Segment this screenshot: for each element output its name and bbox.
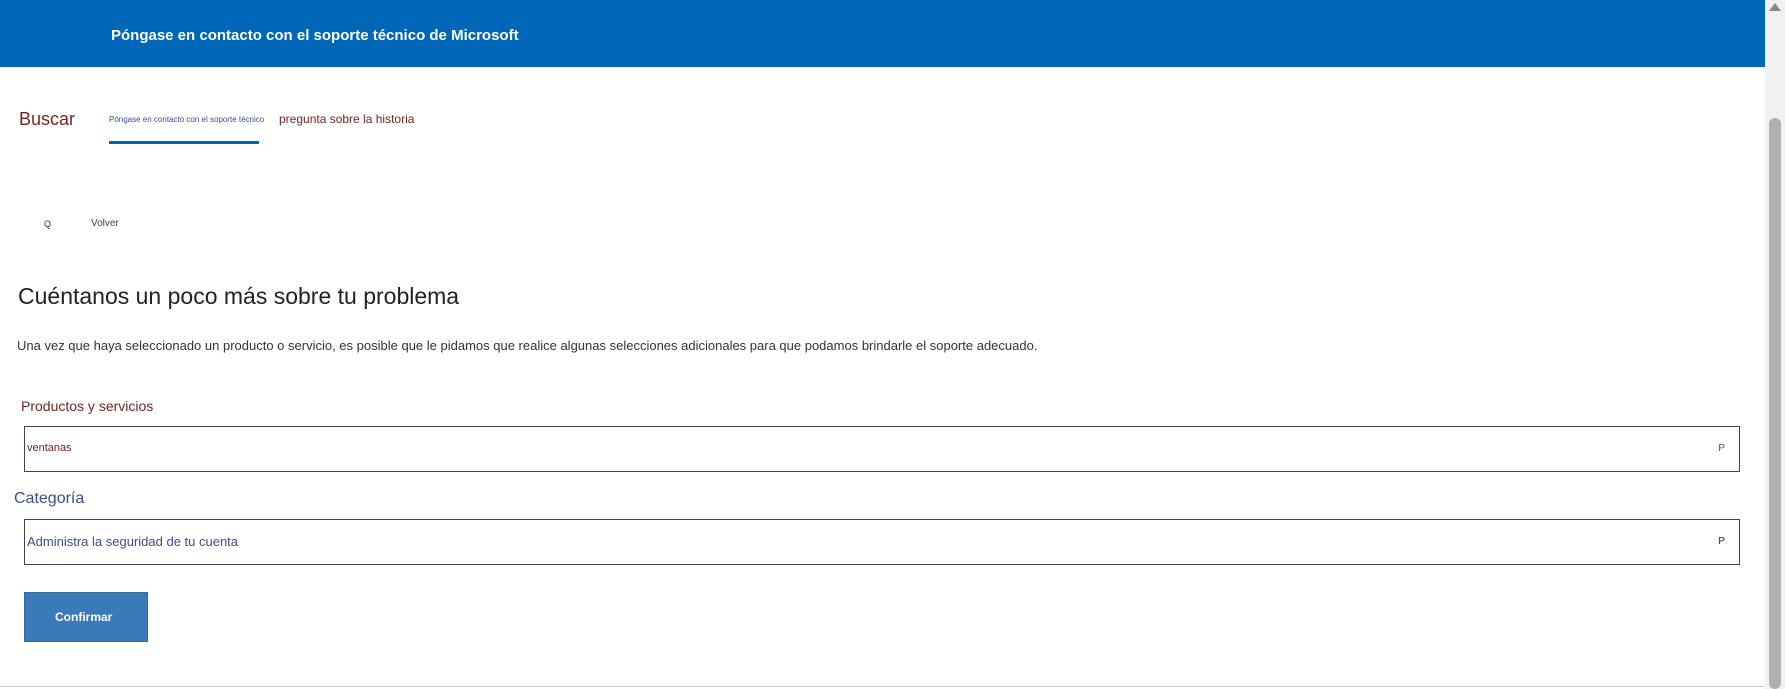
products-label: Productos y servicios [21,398,154,414]
chevron-down-icon: P [1718,443,1725,454]
tab-contact-support[interactable]: Póngase en contacto con el soporte técni… [109,115,264,140]
category-selected-value: Administra la seguridad de tu cuenta [27,534,239,549]
form-description: Una vez que haya seleccionado un product… [17,338,1038,353]
tab-history-question[interactable]: pregunta sobre la historia [279,112,414,126]
back-link[interactable]: Volver [91,218,119,229]
top-header-bar: Póngase en contacto con el soporte técni… [0,0,1765,67]
category-select[interactable]: Administra la seguridad de tu cuenta P [24,519,1740,565]
navigation-tabs: Buscar Póngase en contacto con el soport… [0,95,1765,145]
divider [0,686,1765,687]
chevron-down-icon: P [1718,536,1725,547]
vertical-scrollbar[interactable] [1765,0,1785,689]
page-title: Cuéntanos un poco más sobre tu problema [18,283,460,309]
category-label: Categoría [14,490,85,507]
products-selected-value: ventanas [27,442,72,454]
header-title: Póngase en contacto con el soporte técni… [111,27,519,44]
scroll-up-arrow-icon[interactable] [1769,3,1781,11]
products-select[interactable]: ventanas P [24,426,1740,472]
confirm-button[interactable]: Confirmar [24,592,148,642]
search-icon[interactable]: Q [44,219,51,229]
scrollbar-thumb[interactable] [1769,118,1781,689]
nav-search-link[interactable]: Buscar [19,109,75,130]
active-tab-indicator [109,141,259,144]
